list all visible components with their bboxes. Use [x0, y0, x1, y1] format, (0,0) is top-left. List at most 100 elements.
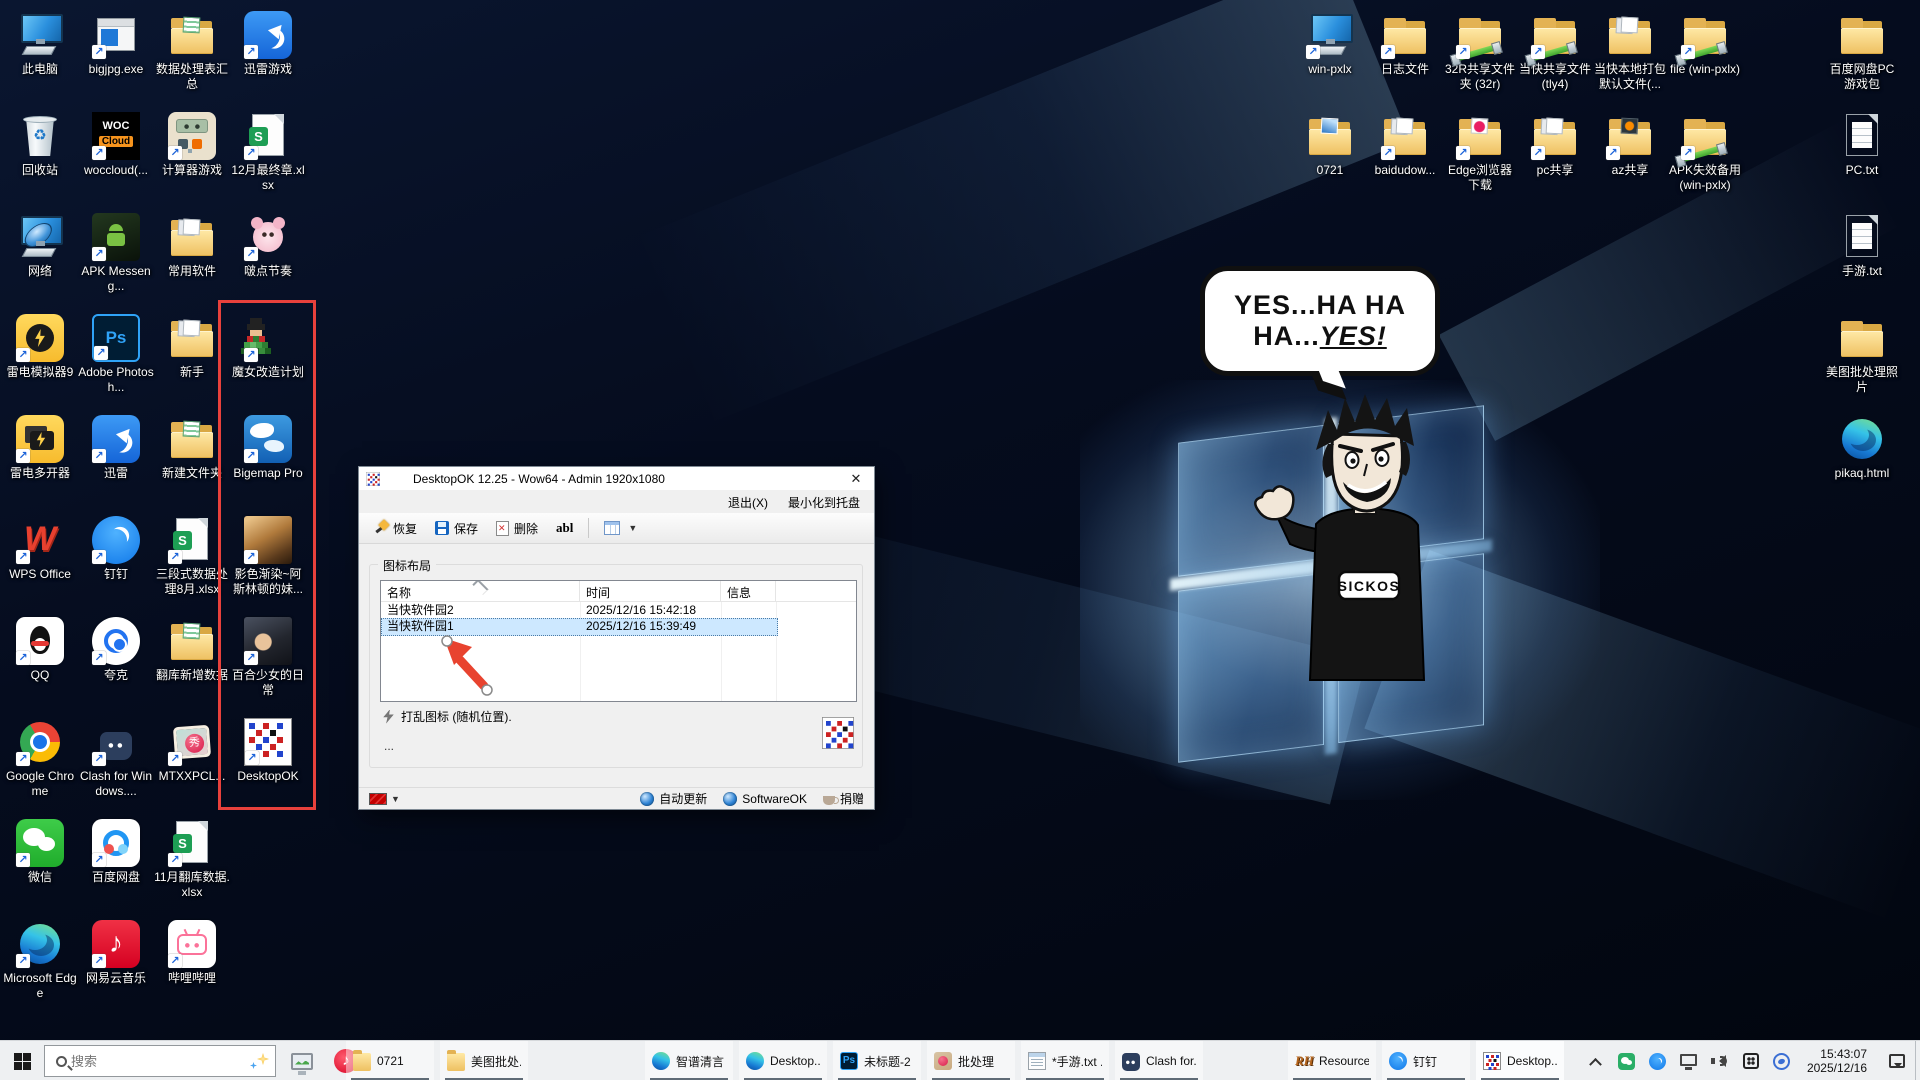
desktop-icon[interactable]: ↗ file (win-pxlx) [1667, 8, 1743, 109]
tray-ime[interactable] [1739, 1041, 1763, 1080]
desktop-icon[interactable]: ↗ 新建文件夹 [154, 412, 230, 513]
color-flag-swatch[interactable] [369, 793, 387, 805]
rename-abl-button[interactable]: abl [548, 515, 581, 541]
desktop-icon[interactable]: ↗ 12月最终章.xlsx [230, 109, 306, 210]
tray-volume[interactable] [1708, 1041, 1732, 1080]
desktop-icon[interactable]: ↗ QQ [2, 614, 78, 715]
tray-wechat[interactable] [1615, 1041, 1639, 1080]
taskbar-button[interactable]: 智谱清言 ... [645, 1041, 733, 1080]
close-button[interactable]: ✕ [838, 467, 874, 491]
desktop-icon[interactable]: ↗ WPS Office [2, 513, 78, 614]
desktop-icon[interactable]: ↗ 计算器游戏 [154, 109, 230, 210]
desktop-icon[interactable]: ↗ Edge浏览器下载 [1442, 109, 1518, 210]
desktop-icon[interactable]: ↗ DesktopOK [230, 715, 306, 816]
column-header-info[interactable]: 信息 [721, 581, 776, 601]
desktop-icon[interactable]: ↗ Adobe Photosh... [78, 311, 154, 412]
desktop-icon[interactable]: ↗ 当快共享文件 (tly4) [1517, 8, 1593, 109]
shuffle-icons-option[interactable]: 打乱图标 (随机位置). [382, 708, 512, 725]
taskbar-clock[interactable]: 15:43:07 2025/12/16 [1801, 1047, 1873, 1075]
desktop-icon[interactable]: ↗ bigjpg.exe [78, 8, 154, 109]
shortcut-arrow-icon: ↗ [245, 751, 259, 765]
tray-network[interactable] [1677, 1041, 1701, 1080]
chevron-down-icon[interactable]: ▼ [391, 794, 400, 804]
desktop-icon[interactable]: ↗ 啵点节奏 [230, 210, 306, 311]
window-titlebar[interactable]: DesktopOK 12.25 - Wow64 - Admin 1920x108… [359, 467, 874, 491]
auto-update-link[interactable]: 自动更新 [640, 790, 707, 807]
taskbar-button[interactable]: 美图批处... [440, 1041, 528, 1080]
view-dropdown-button[interactable]: ▼ [596, 516, 645, 540]
show-desktop-strip[interactable] [1915, 1041, 1920, 1080]
desktop-icon[interactable]: ↗ woccloud(... [78, 109, 154, 210]
desktop-icon[interactable]: ↗ Google Chrome [2, 715, 78, 816]
desktop-icon[interactable]: ↗ Bigemap Pro [230, 412, 306, 513]
desktop-icon[interactable]: ↗ PC.txt [1824, 109, 1900, 210]
desktop-icon[interactable]: ↗ 数据处理表汇总 [154, 8, 230, 109]
desktop-icon[interactable]: ↗ 雷电模拟器9 [2, 311, 78, 412]
column-header-time[interactable]: 时间 [580, 581, 721, 601]
taskbar-search[interactable] [44, 1045, 276, 1077]
desktop-icon[interactable]: ↗ APK Messeng... [78, 210, 154, 311]
menu-minimize-to-tray[interactable]: 最小化到托盘 [788, 494, 860, 511]
desktop-icon[interactable]: ↗ 网易云音乐 [78, 917, 154, 1018]
table-row[interactable]: 当快软件园2 2025/12/16 15:42:18 [381, 602, 856, 618]
desktop-icon[interactable]: ↗ 百合少女的日常 [230, 614, 306, 715]
desktop-icon[interactable]: ↗ 夸克 [78, 614, 154, 715]
desktop-icon[interactable]: ↗ pikaq.html [1824, 412, 1900, 513]
desktop-icon[interactable]: ↗ 雷电多开器 [2, 412, 78, 513]
desktop-icon[interactable]: ↗ 新手 [154, 311, 230, 412]
desktop-icon[interactable]: ↗ 哔哩哔哩 [154, 917, 230, 1018]
menu-exit[interactable]: 退出(X) [728, 494, 768, 511]
donate-link[interactable]: 捐赠 [823, 790, 864, 807]
desktop-icon[interactable]: ↗ 魔女改造计划 [230, 311, 306, 412]
system-monitor-button[interactable] [282, 1041, 322, 1080]
desktop-icon[interactable]: ↗ 手游.txt [1824, 210, 1900, 311]
desktop-icon[interactable]: ↗ APK失效备用 (win-pxlx) [1667, 109, 1743, 210]
search-input[interactable] [67, 1054, 247, 1069]
desktop-icon[interactable]: ↗ baidudow... [1367, 109, 1443, 210]
taskbar-button[interactable]: *手游.txt ... [1021, 1041, 1109, 1080]
taskbar-button[interactable]: Desktop... [739, 1041, 827, 1080]
save-button[interactable]: 保存 [427, 515, 486, 542]
taskbar-button[interactable]: Clash for... [1115, 1041, 1203, 1080]
desktop-icon[interactable]: ↗ az共享 [1592, 109, 1668, 210]
softwareok-link[interactable]: SoftwareOK [723, 792, 807, 806]
taskbar-button[interactable]: 钉钉 [1382, 1041, 1470, 1080]
delete-button[interactable]: 删除 [488, 515, 546, 542]
desktop-icon[interactable]: ↗ 三段式数据处理8月.xlsx [154, 513, 230, 614]
restore-button[interactable]: 恢复 [366, 515, 425, 542]
more-ellipsis[interactable]: ... [384, 739, 394, 753]
desktop-icon[interactable]: ↗ pc共享 [1517, 109, 1593, 210]
taskbar-button[interactable]: Desktop... [1476, 1041, 1564, 1080]
desktop-icon[interactable]: ↗ 钉钉 [78, 513, 154, 614]
tray-ifly-input[interactable] [1770, 1041, 1794, 1080]
desktop-icon[interactable]: ↗ Microsoft Edge [2, 917, 78, 1018]
desktop-icon[interactable]: ↗ 当快本地打包默认文件(... [1592, 8, 1668, 109]
desktop-icon[interactable]: ↗ 美图批处理照片 [1824, 311, 1900, 412]
desktop-icon[interactable]: ↗ MTXXPCL... [154, 715, 230, 816]
desktop-icon[interactable]: ↗ 影色渐染~阿斯林顿的妹... [230, 513, 306, 614]
desktop-icon[interactable]: ↗ 32R共享文件夹 (32r) [1442, 8, 1518, 109]
desktop-icon[interactable]: ↗ 网络 [2, 210, 78, 311]
tray-expand-button[interactable] [1584, 1041, 1608, 1080]
start-button[interactable] [0, 1041, 44, 1080]
taskbar-button[interactable]: Resource... [1288, 1041, 1376, 1080]
desktop-icon[interactable]: ↗ 迅雷游戏 [230, 8, 306, 109]
desktop-icon[interactable]: ↗ 此电脑 [2, 8, 78, 109]
desktop-icon[interactable]: ↗ 百度网盘 [78, 816, 154, 917]
desktop-icon[interactable]: ↗ 回收站 [2, 109, 78, 210]
desktop-icon[interactable]: ↗ win-pxlx [1292, 8, 1368, 109]
taskbar-button[interactable]: 批处理 [927, 1041, 1015, 1080]
taskbar-button[interactable]: 0721 [346, 1041, 434, 1080]
desktop-icon[interactable]: ↗ 0721 [1292, 109, 1368, 210]
desktop-icon[interactable]: ↗ 迅雷 [78, 412, 154, 513]
tray-dingtalk[interactable] [1646, 1041, 1670, 1080]
desktop-icon[interactable]: ↗ 常用软件 [154, 210, 230, 311]
taskbar-button[interactable]: 未标题-2 ... [833, 1041, 921, 1080]
action-center-button[interactable] [1880, 1041, 1914, 1080]
desktop-icon[interactable]: ↗ 微信 [2, 816, 78, 917]
desktop-icon[interactable]: ↗ 翻库新增数据 [154, 614, 230, 715]
desktop-icon[interactable]: ↗ Clash for Windows.... [78, 715, 154, 816]
desktop-icon[interactable]: ↗ 日志文件 [1367, 8, 1443, 109]
desktop-icon[interactable]: ↗ 11月翻库数据.xlsx [154, 816, 230, 917]
desktop-icon[interactable]: ↗ 百度网盘PC游戏包 [1824, 8, 1900, 109]
